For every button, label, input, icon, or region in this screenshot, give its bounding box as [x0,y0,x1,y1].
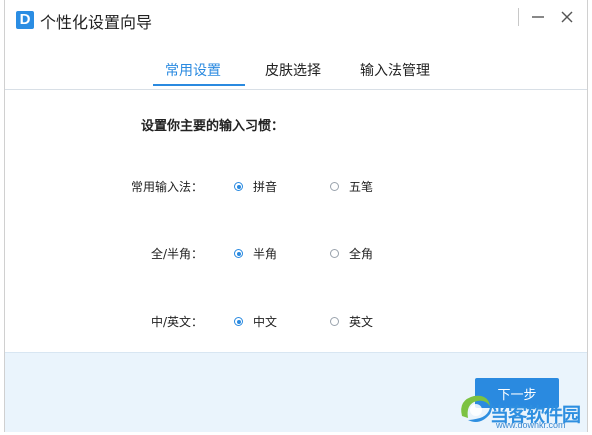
tabs-divider [5,89,587,90]
radio-checked-icon [234,317,243,326]
radio-half-width[interactable]: 半角 [234,245,277,262]
close-button[interactable] [556,6,578,28]
minimize-icon [532,16,544,18]
radio-label: 拼音 [253,180,278,194]
radio-label: 全角 [349,247,374,261]
title-bar-divider [518,8,519,26]
section-title: 设置你主要的输入习惯： [141,119,285,134]
option-row-width: 全/半角： 半角 全角 [5,243,587,263]
tab-common-settings[interactable]: 常用设置 [165,60,221,80]
tab-ime-management[interactable]: 输入法管理 [360,60,430,80]
title-bar: D 个性化设置向导 [5,0,587,40]
close-icon [561,11,573,23]
radio-label: 中文 [253,315,278,329]
watermark: 当客软件园 www.downkr.com [454,380,592,432]
radio-checked-icon [234,249,243,258]
radio-full-width[interactable]: 全角 [330,245,373,262]
radio-checked-icon [234,182,243,191]
radio-chinese[interactable]: 中文 [234,313,277,330]
radio-english[interactable]: 英文 [330,313,373,330]
app-logo-icon: D [16,11,34,29]
option-row-input-method: 常用输入法： 拼音 五笔 [5,176,587,196]
active-tab-indicator [153,84,245,86]
radio-wubi[interactable]: 五笔 [330,178,373,195]
radio-unchecked-icon [330,249,339,258]
window-title: 个性化设置向导 [40,13,153,32]
radio-label: 半角 [253,247,278,261]
radio-unchecked-icon [330,317,339,326]
option-row-language: 中/英文： 中文 英文 [5,311,587,331]
radio-pinyin[interactable]: 拼音 [234,178,277,195]
radio-label: 五笔 [349,180,374,194]
option-label: 中/英文： [150,315,203,329]
option-label: 常用输入法： [130,180,203,194]
settings-wizard-window: D 个性化设置向导 常用设置 皮肤选择 输入法管理 设置你主要的输入习惯： 常用… [4,0,588,432]
tab-bar: 常用设置 皮肤选择 输入法管理 [5,54,587,86]
watermark-url: www.downkr.com [496,420,566,430]
minimize-button[interactable] [527,6,549,28]
tab-skin-selection[interactable]: 皮肤选择 [265,60,321,80]
radio-label: 英文 [349,315,374,329]
radio-unchecked-icon [330,182,339,191]
option-label: 全/半角： [150,247,203,261]
